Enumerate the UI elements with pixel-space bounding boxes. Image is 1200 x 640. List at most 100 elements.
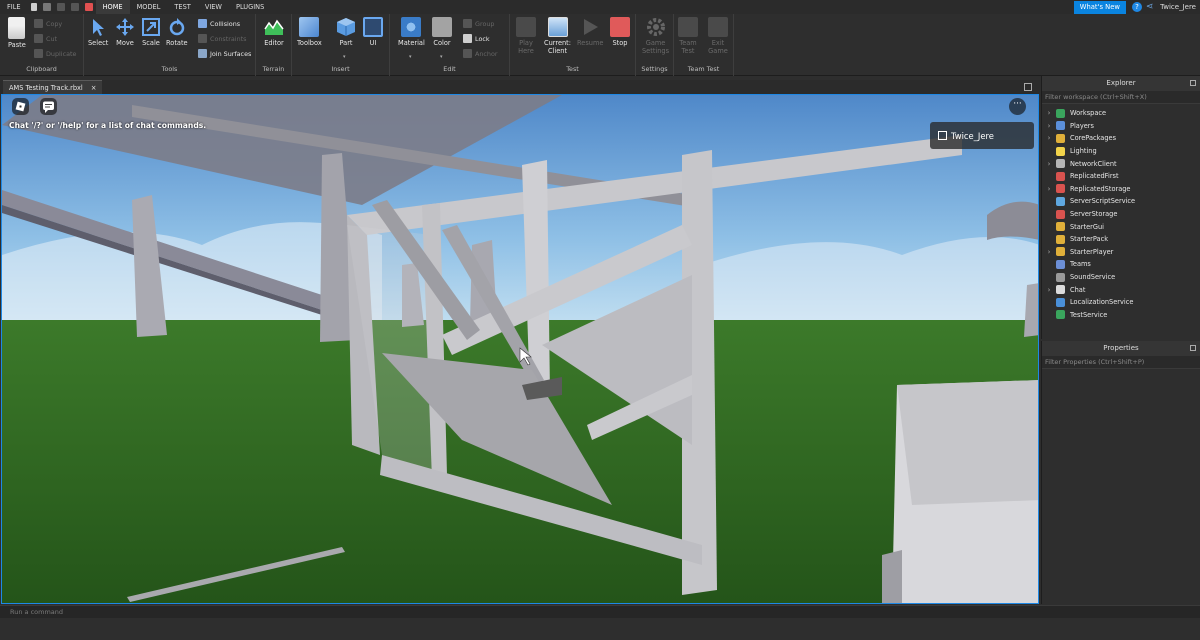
ribbon-toolbar: Paste Copy Cut Duplicate Clipboard Selec… (0, 14, 1200, 76)
game-settings-button[interactable]: Game Settings (642, 17, 669, 55)
service-icon (1056, 234, 1065, 244)
explorer-item[interactable]: › NetworkClient (1042, 157, 1200, 170)
material-button[interactable]: Material (398, 17, 425, 47)
select-button[interactable]: Select (88, 17, 108, 47)
duplicate-button[interactable]: Duplicate (34, 49, 76, 58)
edit-group: Material ▾ Color ▾ Group Lock Anchor Edi… (390, 14, 510, 76)
explorer-item-label: Teams (1070, 260, 1091, 269)
explorer-item-label: ReplicatedFirst (1070, 172, 1119, 181)
redo-icon[interactable] (70, 3, 79, 11)
cut-button[interactable]: Cut (34, 34, 57, 43)
menu-bar: FILE HOME MODEL TEST VIEW PLUGINS (0, 0, 1200, 14)
stop-record-icon[interactable] (84, 3, 93, 11)
current-client-button[interactable]: Current: Client (544, 17, 571, 55)
terrain-group-label: Terrain (262, 65, 285, 73)
resume-button[interactable]: Resume (577, 17, 603, 47)
explorer-item-label: CorePackages (1070, 134, 1117, 143)
explorer-item[interactable]: StarterPack (1042, 233, 1200, 246)
explorer-item[interactable]: › StarterPlayer (1042, 246, 1200, 259)
explorer-item[interactable]: Lighting (1042, 145, 1200, 158)
explorer-item[interactable]: › Chat (1042, 283, 1200, 296)
lock-button[interactable]: Lock (463, 34, 490, 43)
group-button[interactable]: Group (463, 19, 494, 28)
explorer-item[interactable]: › Players (1042, 120, 1200, 133)
tab-view[interactable]: VIEW (198, 0, 229, 14)
play-icon (584, 19, 599, 35)
rotate-button[interactable]: Rotate (166, 17, 188, 47)
color-dropdown-icon[interactable]: ▾ (440, 54, 443, 60)
explorer-item[interactable]: TestService (1042, 309, 1200, 322)
explorer-item[interactable]: ServerScriptService (1042, 195, 1200, 208)
anchor-icon (463, 49, 472, 58)
expand-arrow-icon[interactable]: › (1042, 109, 1056, 117)
constraints-toggle[interactable]: Constraints (198, 34, 246, 43)
document-tab-bar: AMS Testing Track.rbxl × (0, 80, 1040, 94)
dock-icon[interactable] (1190, 80, 1196, 86)
menu-file[interactable]: FILE (0, 0, 28, 14)
username-label[interactable]: Twice_Jere (1160, 1, 1196, 14)
color-button[interactable]: Color (432, 17, 452, 47)
expand-arrow-icon[interactable]: › (1042, 185, 1056, 193)
expand-arrow-icon[interactable]: › (1042, 122, 1056, 130)
explorer-item[interactable]: ReplicatedFirst (1042, 170, 1200, 183)
service-icon (1056, 159, 1065, 169)
roblox-menu-button[interactable] (12, 98, 29, 115)
explorer-item[interactable]: › ReplicatedStorage (1042, 183, 1200, 196)
document-tab[interactable]: AMS Testing Track.rbxl × (3, 80, 103, 94)
explorer-item[interactable]: Teams (1042, 258, 1200, 271)
explorer-item[interactable]: SoundService (1042, 271, 1200, 284)
join-surfaces-toggle[interactable]: Join Surfaces (198, 49, 251, 58)
exit-game-button[interactable]: Exit Game (708, 17, 728, 55)
test-group: Play Here Current: Client Resume Stop Te… (510, 14, 636, 76)
tab-plugins[interactable]: PLUGINS (229, 0, 271, 14)
group-icon (463, 19, 472, 28)
client-monitor-icon (547, 17, 568, 37)
ui-button[interactable]: UI (363, 17, 383, 47)
share-icon[interactable]: ⋖ (1146, 2, 1156, 12)
explorer-item[interactable]: LocalizationService (1042, 296, 1200, 309)
terrain-editor-button[interactable]: Editor (264, 17, 284, 47)
expand-arrow-icon[interactable]: › (1042, 134, 1056, 142)
dock-icon[interactable] (1190, 345, 1196, 351)
tab-model[interactable]: MODEL (130, 0, 168, 14)
material-dropdown-icon[interactable]: ▾ (409, 54, 412, 60)
explorer-filter-input[interactable]: Filter workspace (Ctrl+Shift+X) (1042, 91, 1200, 104)
expand-arrow-icon[interactable]: › (1042, 286, 1056, 294)
tab-home[interactable]: HOME (95, 0, 130, 14)
save-icon[interactable] (42, 3, 51, 11)
explorer-item[interactable]: ServerStorage (1042, 208, 1200, 221)
game-scene (2, 95, 1038, 603)
team-test-button[interactable]: Team Test (678, 17, 698, 55)
restore-window-icon[interactable] (1024, 83, 1032, 91)
properties-filter-input[interactable]: Filter Properties (Ctrl+Shift+P) (1042, 356, 1200, 369)
expand-arrow-icon[interactable]: › (1042, 248, 1056, 256)
game-viewport[interactable]: Chat '/?' or '/help' for a list of chat … (1, 94, 1039, 604)
explorer-item-label: StarterPlayer (1070, 247, 1114, 256)
explorer-item[interactable]: › Workspace (1042, 107, 1200, 120)
stop-button[interactable]: Stop (610, 17, 630, 47)
part-dropdown-icon[interactable]: ▾ (343, 54, 346, 60)
help-icon[interactable]: ? (1132, 2, 1142, 12)
collisions-toggle[interactable]: Collisions (198, 19, 240, 28)
part-button[interactable]: Part (336, 17, 356, 47)
tab-test[interactable]: TEST (167, 0, 197, 14)
toolbox-button[interactable]: Toolbox (297, 17, 322, 47)
close-tab-icon[interactable]: × (91, 84, 97, 92)
expand-arrow-icon[interactable]: › (1042, 160, 1056, 168)
new-file-icon[interactable] (30, 3, 37, 11)
chat-toggle-button[interactable] (40, 98, 57, 115)
anchor-button[interactable]: Anchor (463, 49, 498, 58)
player-list-panel[interactable]: Twice_Jere (930, 122, 1034, 149)
explorer-item[interactable]: › CorePackages (1042, 132, 1200, 145)
scale-button[interactable]: Scale (141, 17, 161, 47)
whats-new-button[interactable]: What's New (1073, 1, 1126, 14)
explorer-item[interactable]: StarterGui (1042, 220, 1200, 233)
undo-icon[interactable] (56, 3, 65, 11)
move-button[interactable]: Move (115, 17, 135, 47)
more-options-button[interactable]: ··· (1009, 98, 1026, 115)
command-bar-input[interactable]: Run a command (0, 605, 1200, 618)
explorer-item-label: LocalizationService (1070, 298, 1134, 307)
copy-button[interactable]: Copy (34, 19, 62, 28)
play-here-button[interactable]: Play Here (516, 17, 536, 55)
paste-button[interactable]: Paste (8, 17, 26, 49)
